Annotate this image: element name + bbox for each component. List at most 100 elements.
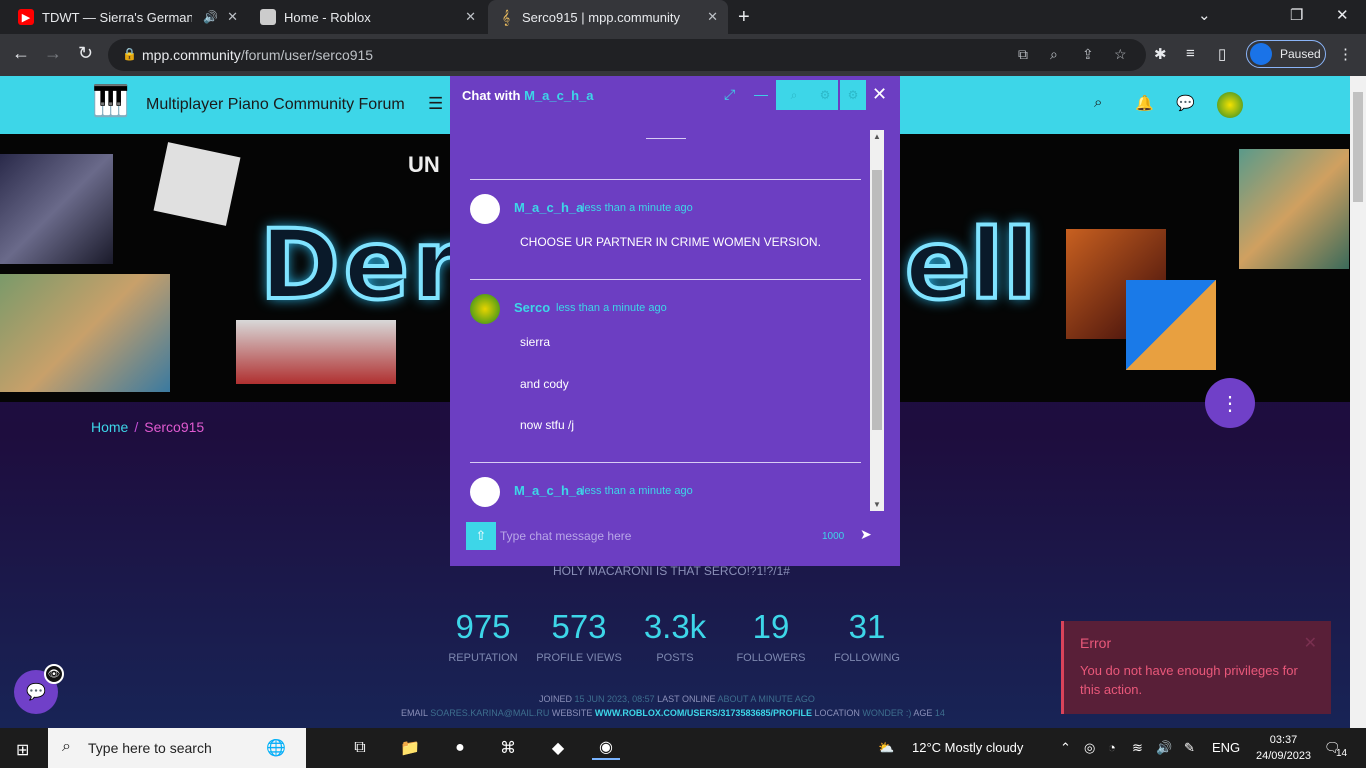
avatar[interactable] [470, 294, 500, 324]
scroll-down-icon[interactable]: ▼ [873, 500, 881, 509]
tab-youtube[interactable]: ▶ TDWT — Sierra's German So 🔊 ✕ [8, 0, 248, 34]
tab-title: Home - Roblox [284, 9, 371, 25]
chat-scrollbar[interactable]: ▲ ▼ [870, 130, 884, 511]
extensions-icon[interactable]: ✱ [1154, 45, 1167, 63]
site-title[interactable]: Multiplayer Piano Community Forum [146, 96, 405, 114]
error-toast[interactable]: Error You do not have enough privileges … [1061, 621, 1331, 714]
chrome-icon[interactable]: ◉ [592, 736, 620, 760]
network-icon[interactable]: ◔ [1108, 740, 1116, 755]
chevron-down-icon[interactable]: ⌄ [1198, 6, 1211, 24]
page-scrollbar[interactable] [1350, 76, 1366, 728]
file-explorer-icon[interactable]: 📁 [396, 736, 424, 760]
stat-label: FOLLOWING [833, 652, 900, 664]
lock-icon[interactable]: 🔒 [122, 47, 137, 61]
weather-text[interactable]: 12°C Mostly cloudy [912, 740, 1023, 755]
send-icon[interactable]: ➤ [860, 526, 872, 543]
hamburger-menu-icon[interactable]: ☰ [428, 94, 443, 114]
pen-icon[interactable]: ✎ [1184, 740, 1195, 756]
address-bar[interactable]: 🔒 mpp.community/forum/user/serco915 ⧉ ⌕ … [108, 39, 1146, 71]
globe-icon[interactable]: 🌐 [262, 736, 290, 760]
chat-bubble-icon[interactable]: 💬 [1176, 94, 1195, 112]
stat-posts[interactable]: 3.3k POSTS [625, 608, 725, 664]
toast-title: Error [1080, 635, 1112, 651]
new-tab-icon[interactable]: + [738, 6, 750, 29]
close-window-icon[interactable]: ✕ [1336, 6, 1349, 24]
close-icon[interactable]: ✕ [1304, 633, 1317, 653]
bell-icon[interactable]: 🔔 [1135, 94, 1154, 112]
roblox-studio-icon[interactable]: ◆ [544, 736, 572, 760]
system-clock[interactable]: 03:37 24/09/2023 [1256, 732, 1311, 764]
open-external-icon[interactable]: ⧉ [1018, 46, 1028, 63]
chat-options-button[interactable]: ⚙ [812, 80, 838, 110]
volume-icon[interactable]: 🔊 [1156, 740, 1172, 756]
close-tab-icon[interactable]: ✕ [465, 9, 476, 25]
notification-count: 14 [1336, 748, 1348, 759]
profile-options-button[interactable]: ⋮ [1205, 378, 1255, 428]
stat-following[interactable]: 31 FOLLOWING [817, 608, 917, 664]
chat-settings-button[interactable]: ⚙ [840, 80, 866, 110]
kebab-menu-icon[interactable]: ⋮ [1338, 45, 1353, 63]
user-avatar[interactable] [1217, 92, 1243, 118]
url-text[interactable]: mpp.community/forum/user/serco915 [142, 47, 373, 63]
scroll-thumb[interactable] [872, 170, 882, 430]
scroll-thumb[interactable] [1353, 92, 1363, 202]
weather-icon[interactable]: ⛅ [878, 740, 894, 756]
message-author[interactable]: M_a_c_h_a [514, 200, 583, 215]
zoom-icon[interactable]: ⌕ [1050, 46, 1058, 63]
tab-roblox[interactable]: Home - Roblox ✕ [250, 0, 486, 34]
side-panel-icon[interactable]: ▯ [1218, 45, 1226, 63]
close-tab-icon[interactable]: ✕ [707, 9, 718, 25]
tab-bar: ▶ TDWT — Sierra's German So 🔊 ✕ Home - R… [0, 0, 1366, 34]
spotify-icon[interactable]: ● [446, 736, 474, 760]
message-time: less than a minute ago [582, 485, 693, 497]
meet-icon[interactable]: ◎ [1084, 740, 1095, 756]
youtube-icon: ▶ [18, 9, 34, 25]
avatar[interactable] [470, 477, 500, 507]
mouse-icon[interactable]: ⌘ [494, 736, 522, 760]
message-author[interactable]: M_a_c_h_a [514, 483, 583, 498]
message-time: less than a minute ago [556, 302, 667, 314]
speaker-icon[interactable]: 🔊 [203, 10, 218, 24]
profile-paused-button[interactable]: Paused [1246, 40, 1326, 68]
chevron-up-icon[interactable]: ⌃ [1060, 740, 1071, 756]
search-icon[interactable]: ⌕ [1094, 94, 1102, 111]
chat-message-input[interactable] [500, 524, 810, 548]
scroll-up-icon[interactable]: ▲ [873, 132, 881, 141]
minimize-icon[interactable]: — [754, 86, 768, 102]
tab-mpp[interactable]: 𝄞 Serco915 | mpp.community ✕ [488, 0, 728, 34]
expand-icon[interactable]: ⤢ [724, 86, 735, 103]
message-text: and cody [520, 377, 569, 391]
stat-profile-views[interactable]: 573 PROFILE VIEWS [529, 608, 629, 664]
open-chats-button[interactable]: 💬 👁 [14, 664, 64, 714]
message-author[interactable]: Serco [514, 300, 550, 315]
meta-label: JOINED [539, 694, 573, 704]
eye-icon[interactable]: 👁 [44, 664, 64, 684]
close-tab-icon[interactable]: ✕ [227, 9, 238, 25]
website-link[interactable]: WWW.ROBLOX.COM/USERS/3173583685/PROFILE [595, 708, 812, 718]
language-indicator[interactable]: ENG [1212, 740, 1240, 755]
avatar[interactable] [470, 194, 500, 224]
cover-small-text: UN [408, 152, 440, 177]
clock-time: 03:37 [1269, 734, 1298, 746]
close-chat-icon[interactable]: ✕ [872, 84, 887, 105]
breadcrumb-home[interactable]: Home [91, 419, 128, 435]
stat-followers[interactable]: 19 FOLLOWERS [721, 608, 821, 664]
breadcrumb: Home / Serco915 [91, 419, 204, 435]
treble-clef-icon: 𝄞 [501, 8, 511, 25]
restore-window-icon[interactable]: ❐ [1290, 6, 1303, 24]
bookmark-star-icon[interactable]: ☆ [1114, 46, 1127, 63]
upload-button[interactable]: ⇧ [466, 522, 496, 550]
share-icon[interactable]: ⇪ [1082, 46, 1094, 63]
search-chat-button[interactable]: ⌕ [776, 80, 812, 110]
chat-partner-name[interactable]: M_a_c_h_a [524, 88, 593, 103]
piano-logo-icon[interactable]: 🎹 [92, 84, 130, 124]
media-icon[interactable]: ≡ [1186, 45, 1195, 62]
back-icon[interactable]: ← [12, 43, 30, 64]
forward-icon[interactable]: → [44, 43, 62, 64]
wifi-icon[interactable]: ≋ [1132, 740, 1143, 756]
stat-reputation[interactable]: 975 REPUTATION [433, 608, 533, 664]
reload-icon[interactable]: ↻ [78, 43, 93, 64]
toast-message: You do not have enough privileges for th… [1080, 663, 1298, 697]
windows-start-icon[interactable]: ⊞ [16, 740, 29, 760]
task-view-icon[interactable]: ⧉ [346, 736, 374, 760]
